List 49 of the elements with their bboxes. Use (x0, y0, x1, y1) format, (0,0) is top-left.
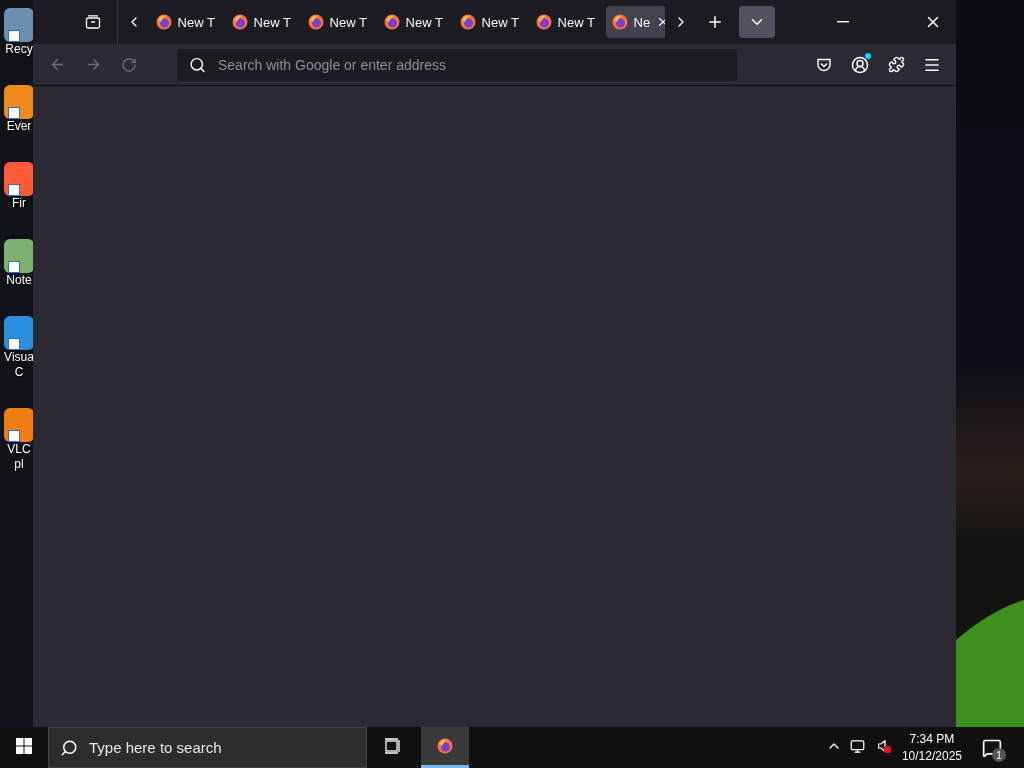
puzzle-icon (887, 56, 905, 73)
app-shortcut-icon[interactable] (4, 85, 33, 119)
app-shortcut-icon[interactable] (4, 316, 33, 350)
firefox-icon (437, 738, 453, 754)
message-icon (982, 737, 1002, 758)
pocket-icon (816, 56, 832, 73)
browser-tab[interactable]: New T (529, 6, 602, 38)
shortcut-label: Visua (4, 350, 33, 365)
firefox-taskbar-button[interactable] (421, 727, 469, 768)
monitor-icon (850, 738, 866, 754)
firefox-icon (307, 14, 324, 30)
browser-tab[interactable]: New T (149, 6, 222, 38)
reload-icon (121, 56, 137, 73)
firefox-icon (231, 14, 248, 30)
browser-tab[interactable]: New T (225, 6, 298, 38)
app-shortcut-icon[interactable] (4, 162, 33, 196)
notifications-button[interactable]: 1 (970, 727, 1014, 768)
firefox-icon (155, 14, 172, 30)
list-tabs-button[interactable] (738, 6, 775, 38)
browser-tab[interactable]: New T (453, 6, 526, 38)
search-icon (189, 56, 206, 73)
firefox-icon (535, 14, 552, 30)
user-icon (851, 55, 869, 74)
folder-tab-icon (84, 14, 101, 30)
windows-icon (16, 738, 32, 754)
shortcut-label: Ever (6, 119, 32, 134)
shortcut-label: C (14, 365, 24, 380)
browser-tab[interactable]: Ne (605, 6, 665, 38)
speaker-icon (877, 740, 886, 752)
firefox-icon (611, 14, 628, 30)
browser-tab[interactable]: New T (301, 6, 374, 38)
task-view-icon (384, 738, 402, 754)
shortcut-label: Note (6, 273, 32, 288)
shortcut-label: Recy (5, 42, 33, 57)
minimize-icon (837, 21, 850, 23)
app-shortcut-icon[interactable] (4, 239, 33, 273)
clock-date: 10/12/2025 (901, 747, 962, 765)
app-shortcut-icon[interactable] (4, 408, 33, 442)
address-bar[interactable]: Search with Google or enter address (177, 48, 737, 81)
shortcut-label: Fir (12, 196, 26, 211)
browser-tab[interactable]: New T (377, 6, 450, 38)
shortcut-label: VLC (7, 442, 31, 457)
app-shortcut-icon[interactable] (4, 8, 33, 42)
taskbar-search-field[interactable]: Type here to search (48, 727, 367, 768)
clock-time: 7:34 PM (909, 730, 955, 748)
firefox-icon (459, 14, 476, 30)
shortcut-label: pl (14, 457, 24, 472)
firefox-icon (383, 14, 400, 30)
search-icon (60, 738, 78, 757)
